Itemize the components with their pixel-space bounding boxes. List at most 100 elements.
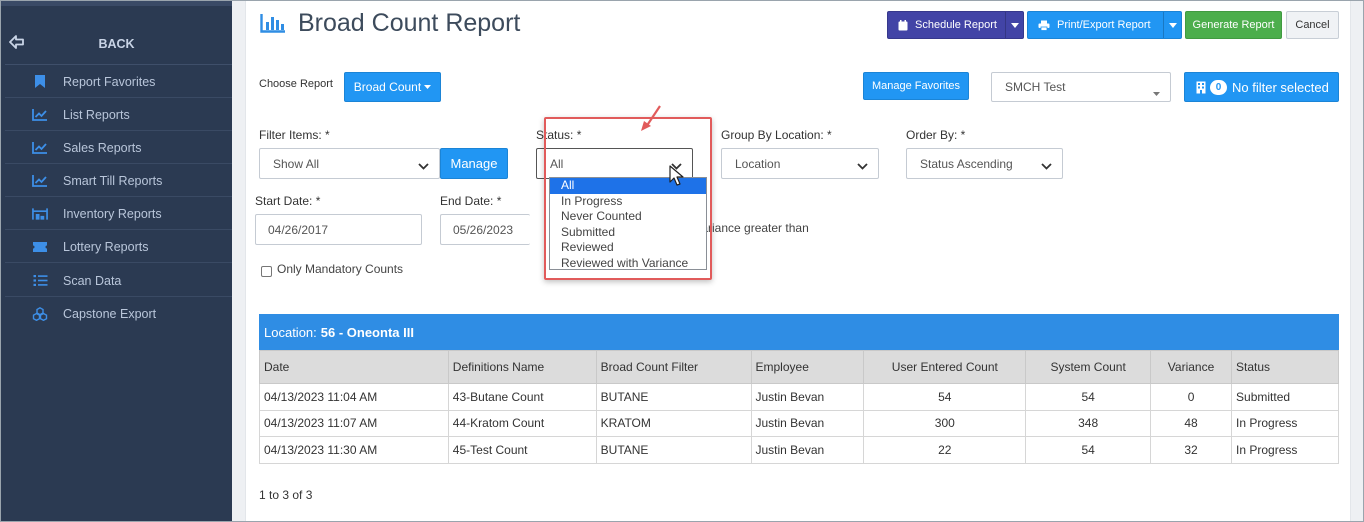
schedule-report-label: Schedule Report bbox=[915, 19, 997, 31]
cell-status: In Progress bbox=[1231, 436, 1339, 464]
sidebar-item-label: Sales Reports bbox=[63, 140, 142, 155]
bookmark-icon bbox=[32, 74, 48, 90]
location-header: Location: 56 - Oneonta III bbox=[259, 314, 1339, 350]
filter-label: No filter selected bbox=[1232, 79, 1329, 95]
filter-items-label: Filter Items: * bbox=[259, 128, 330, 142]
sidebar-item-label: Inventory Reports bbox=[63, 206, 162, 221]
sidebar-item-inventory-reports[interactable]: Inventory Reports bbox=[1, 197, 232, 230]
page-title: Broad Count Report bbox=[298, 9, 521, 37]
schedule-caret-button[interactable] bbox=[1005, 12, 1023, 38]
manage-favorites-button[interactable]: Manage Favorites bbox=[863, 72, 969, 100]
table-row: 04/13/2023 11:07 AM 44-Kratom Count KRAT… bbox=[259, 409, 1339, 437]
status-option-in-progress[interactable]: In Progress bbox=[550, 194, 706, 210]
table-row: 04/13/2023 11:30 AM 45-Test Count BUTANE… bbox=[259, 436, 1339, 464]
schedule-report-button[interactable]: Schedule Report bbox=[887, 11, 1024, 39]
column-header-broad-count-filter[interactable]: Broad Count Filter bbox=[595, 350, 752, 384]
sidebar-item-label: Smart Till Reports bbox=[63, 173, 163, 188]
column-header-variance[interactable]: Variance bbox=[1150, 350, 1233, 384]
sidebar-top-strip bbox=[1, 1, 232, 6]
arrow-left-icon bbox=[9, 35, 25, 52]
caret-down-icon bbox=[424, 85, 432, 89]
choose-report-label: Choose Report bbox=[259, 78, 333, 90]
column-header-definitions-name[interactable]: Definitions Name bbox=[447, 350, 597, 384]
filter-button[interactable]: 0 No filter selected bbox=[1184, 72, 1339, 102]
sidebar-item-capstone-export[interactable]: Capstone Export bbox=[1, 297, 232, 330]
cancel-button[interactable]: Cancel bbox=[1286, 11, 1339, 39]
column-header-system-count[interactable]: System Count bbox=[1025, 350, 1152, 384]
print-caret-button[interactable] bbox=[1163, 12, 1181, 38]
cell-user-entered-count: 300 bbox=[863, 409, 1027, 437]
print-export-label: Print/Export Report bbox=[1057, 19, 1151, 31]
sidebar-item-label: List Reports bbox=[63, 107, 130, 122]
caret-down-icon bbox=[1153, 85, 1160, 99]
start-date-input[interactable]: 04/26/2017 bbox=[255, 214, 422, 245]
status-option-reviewed-with-variance[interactable]: Reviewed with Variance bbox=[550, 256, 706, 272]
generate-report-button[interactable]: Generate Report bbox=[1185, 11, 1282, 39]
chevron-down-icon bbox=[418, 159, 429, 173]
annotation-arrow-icon bbox=[641, 105, 661, 131]
status-dropdown-list[interactable]: All In Progress Never Counted Submitted … bbox=[549, 177, 707, 270]
order-by-value: Status Ascending bbox=[920, 156, 1013, 171]
sidebar-item-report-favorites[interactable]: Report Favorites bbox=[1, 65, 232, 98]
sidebar: BACK Report Favorites List Reports Sales… bbox=[1, 1, 232, 521]
calendar-icon bbox=[898, 19, 908, 31]
status-option-reviewed[interactable]: Reviewed bbox=[550, 240, 706, 256]
sidebar-item-list-reports[interactable]: List Reports bbox=[1, 98, 232, 131]
end-date-input[interactable]: 05/26/2023 bbox=[440, 214, 530, 245]
cell-broad-count-filter: KRATOM bbox=[595, 409, 752, 437]
mouse-cursor-icon bbox=[669, 165, 684, 186]
manage-button[interactable]: Manage bbox=[440, 148, 508, 179]
pagination-summary: 1 to 3 of 3 bbox=[259, 488, 313, 502]
sidebar-item-sales-reports[interactable]: Sales Reports bbox=[1, 131, 232, 164]
status-option-submitted[interactable]: Submitted bbox=[550, 225, 706, 241]
column-header-employee[interactable]: Employee bbox=[750, 350, 865, 384]
table-row: 04/13/2023 11:04 AM 43-Butane Count BUTA… bbox=[259, 383, 1339, 411]
column-header-date[interactable]: Date bbox=[259, 350, 449, 384]
sidebar-item-smart-till-reports[interactable]: Smart Till Reports bbox=[1, 164, 232, 197]
report-panel: Broad Count Report Schedule Report Print… bbox=[245, 1, 1351, 521]
line-chart-icon bbox=[32, 140, 48, 156]
warehouse-icon bbox=[32, 206, 48, 222]
group-by-label: Group By Location: * bbox=[721, 128, 832, 142]
location-name: 56 - Oneonta III bbox=[320, 324, 414, 340]
column-header-status[interactable]: Status bbox=[1231, 350, 1339, 384]
sidebar-item-label: Capstone Export bbox=[63, 306, 157, 321]
status-option-never-counted[interactable]: Never Counted bbox=[550, 209, 706, 225]
cell-user-entered-count: 22 bbox=[863, 436, 1027, 464]
sidebar-item-lottery-reports[interactable]: Lottery Reports bbox=[1, 230, 232, 263]
cell-date: 04/13/2023 11:04 AM bbox=[259, 383, 449, 411]
cell-broad-count-filter: BUTANE bbox=[595, 383, 752, 411]
ticket-icon bbox=[32, 239, 48, 255]
cell-date: 04/13/2023 11:30 AM bbox=[259, 436, 449, 464]
mandatory-label: Only Mandatory Counts bbox=[277, 262, 404, 276]
group-by-select[interactable]: Location bbox=[721, 148, 879, 179]
report-type-dropdown[interactable]: Broad Count bbox=[344, 72, 441, 102]
sidebar-item-label: Report Favorites bbox=[63, 74, 156, 89]
cell-date: 04/13/2023 11:07 AM bbox=[259, 409, 449, 437]
sidebar-item-scan-data[interactable]: Scan Data bbox=[1, 264, 232, 297]
cell-system-count: 54 bbox=[1025, 436, 1152, 464]
cell-variance: 32 bbox=[1150, 436, 1233, 464]
back-button[interactable]: BACK bbox=[1, 29, 232, 59]
list-icon bbox=[32, 273, 48, 289]
line-chart-icon bbox=[32, 107, 48, 123]
filter-items-select[interactable]: Show All bbox=[259, 148, 440, 179]
end-date-label: End Date: * bbox=[440, 194, 502, 208]
sidebar-item-label: Scan Data bbox=[63, 273, 122, 288]
print-export-button[interactable]: Print/Export Report bbox=[1027, 11, 1182, 39]
sidebar-separator bbox=[5, 262, 232, 263]
cell-variance: 0 bbox=[1150, 383, 1233, 411]
column-header-user-entered-count[interactable]: User Entered Count bbox=[863, 350, 1027, 384]
bar-chart-icon bbox=[260, 13, 286, 36]
mandatory-checkbox[interactable] bbox=[261, 266, 272, 277]
store-select[interactable]: SMCH Test bbox=[991, 72, 1171, 102]
table-header-row: Date Definitions Name Broad Count Filter… bbox=[259, 350, 1339, 384]
counts-table: Date Definitions Name Broad Count Filter… bbox=[259, 350, 1339, 464]
cell-broad-count-filter: BUTANE bbox=[595, 436, 752, 464]
sidebar-item-label: Lottery Reports bbox=[63, 239, 149, 254]
filter-items-value: Show All bbox=[273, 156, 320, 171]
filter-count-badge: 0 bbox=[1210, 79, 1227, 95]
order-by-select[interactable]: Status Ascending bbox=[906, 148, 1063, 179]
group-by-value: Location bbox=[735, 156, 781, 171]
cubes-icon bbox=[32, 306, 48, 322]
